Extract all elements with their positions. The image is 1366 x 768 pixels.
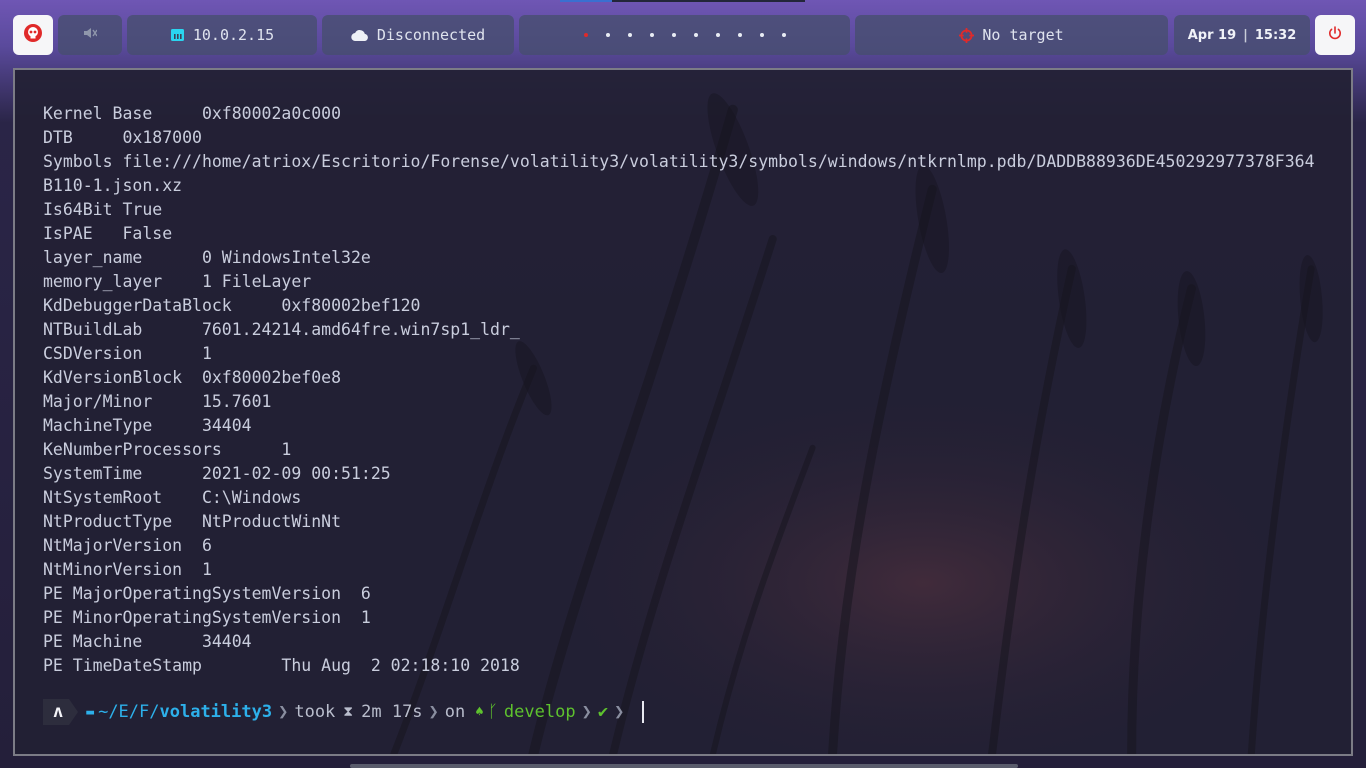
terminal-line: memory_layer 1 FileLayer xyxy=(43,272,312,291)
terminal-line: layer_name 0 WindowsIntel32e xyxy=(43,248,371,267)
terminal-line: PE Machine 34404 xyxy=(43,632,252,651)
workspaces-widget[interactable] xyxy=(519,15,850,55)
branch-name: develop xyxy=(503,702,576,722)
terminal-line: Kernel Base 0xf80002a0c000 xyxy=(43,104,342,123)
git-icon: ♠ xyxy=(475,704,484,720)
workspace-dot-10[interactable] xyxy=(781,33,786,37)
target-widget[interactable]: No target xyxy=(855,15,1168,55)
terminal-line: KdDebuggerDataBlock 0xf80002bef120 xyxy=(43,296,421,315)
terminal-line: KdVersionBlock 0xf80002bef0e8 xyxy=(43,368,342,387)
bottom-panel-edge xyxy=(350,764,1018,768)
audio-button[interactable] xyxy=(58,15,122,55)
clock-widget[interactable]: Apr 19 | 15:32 xyxy=(1174,15,1310,55)
terminal-line: Major/Minor 15.7601 xyxy=(43,392,272,411)
terminal-line: PE MajorOperatingSystemVersion 6 xyxy=(43,584,371,603)
cloud-icon xyxy=(351,29,369,41)
vpn-status-widget[interactable]: Disconnected xyxy=(322,15,514,55)
ip-address-widget[interactable]: 10.0.2.15 xyxy=(127,15,317,55)
terminal-line: NtProductType NtProductWinNt xyxy=(43,512,342,531)
folder-icon: ▬ xyxy=(86,704,95,720)
terminal-line: Symbols file:///home/atriox/Escritorio/F… xyxy=(43,152,1315,171)
time-text: 15:32 xyxy=(1254,27,1297,43)
workspace-dot-6[interactable] xyxy=(693,33,698,37)
chevron-separator-icon: ❯ xyxy=(278,702,289,722)
terminal-line: NtSystemRoot C:\Windows xyxy=(43,488,302,507)
terminal-line: MachineType 34404 xyxy=(43,416,252,435)
workspace-dot-3[interactable] xyxy=(627,33,632,37)
duration-text: 2m 17s xyxy=(361,702,423,722)
terminal-line: NTBuildLab 7601.24214.amd64fre.win7sp1_l… xyxy=(43,320,520,339)
terminal-line: Is64Bit True xyxy=(43,200,163,219)
crosshair-icon xyxy=(959,27,975,43)
terminal-line: SystemTime 2021-02-09 00:51:25 xyxy=(43,464,391,483)
took-label: took xyxy=(294,702,336,722)
workspace-dots[interactable] xyxy=(583,33,786,37)
skull-icon xyxy=(24,24,42,46)
ip-address-text: 10.0.2.15 xyxy=(192,26,275,44)
workspace-dot-9[interactable] xyxy=(759,33,764,37)
terminal-line: PE MinorOperatingSystemVersion 1 xyxy=(43,608,371,627)
clock-separator: | xyxy=(1243,27,1248,43)
launcher-button[interactable] xyxy=(13,15,53,55)
os-glyph: ʌ xyxy=(53,702,64,722)
prompt-path-prefix: ~/E/F/ xyxy=(98,702,160,722)
prompt-path-dir: volatility3 xyxy=(159,702,273,722)
workspace-dot-2[interactable] xyxy=(605,33,610,37)
terminal-line: NtMajorVersion 6 xyxy=(43,536,212,555)
target-text: No target xyxy=(982,26,1064,44)
checkmark-icon: ✔ xyxy=(597,702,609,722)
power-icon xyxy=(1328,26,1342,44)
chevron-separator-icon: ❯ xyxy=(581,702,592,722)
workspace-dot-4[interactable] xyxy=(649,33,654,37)
terminal-line: KeNumberProcessors 1 xyxy=(43,440,292,459)
workspace-dot-5[interactable] xyxy=(671,33,676,37)
vpn-status-text: Disconnected xyxy=(376,26,486,44)
branch-icon: ᚴ xyxy=(487,702,498,722)
terminal-line: NtMinorVersion 1 xyxy=(43,560,212,579)
muted-speaker-icon xyxy=(83,26,98,44)
terminal-window[interactable]: Kernel Base 0xf80002a0c000 DTB 0x187000 Sy… xyxy=(13,68,1353,756)
chevron-separator-icon: ❯ xyxy=(428,702,439,722)
terminal-output: Kernel Base 0xf80002a0c000 DTB 0x187000 Sy… xyxy=(43,102,1333,678)
workspace-indicator-line xyxy=(560,0,805,2)
workspace-dot-8[interactable] xyxy=(737,33,742,37)
terminal-line: B110-1.json.xz xyxy=(43,176,183,195)
prompt-os-segment: ʌ xyxy=(43,699,70,725)
workspace-dot-1[interactable] xyxy=(583,33,588,37)
terminal-line: PE TimeDateStamp Thu Aug 2 02:18:10 2018 xyxy=(43,656,520,675)
date-text: Apr 19 xyxy=(1187,27,1237,43)
power-button[interactable] xyxy=(1315,15,1355,55)
hourglass-icon: ⧗ xyxy=(343,704,354,720)
top-bar: 10.0.2.15 Disconnected No target Apr 19 … xyxy=(0,0,1366,68)
prompt-separator xyxy=(69,699,79,725)
terminal-line: IsPAE False xyxy=(43,224,173,243)
workspace-dot-7[interactable] xyxy=(715,33,720,37)
on-label: on xyxy=(444,702,466,722)
shell-prompt[interactable]: ʌ ▬ ~/E/F/volatility3 ❯ took ⧗ 2m 17s ❯ … xyxy=(43,699,645,725)
ethernet-icon xyxy=(170,28,185,42)
terminal-line: DTB 0x187000 xyxy=(43,128,202,147)
text-cursor[interactable] xyxy=(642,701,645,723)
terminal-line: CSDVersion 1 xyxy=(43,344,212,363)
chevron-separator-icon: ❯ xyxy=(614,702,625,722)
